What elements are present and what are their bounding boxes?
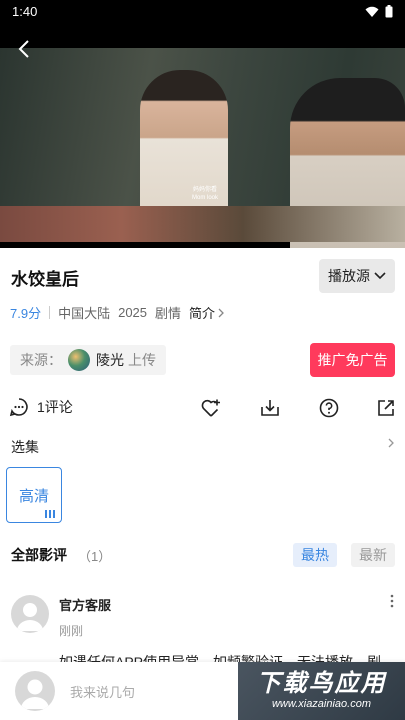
source-label: 来源： [20, 352, 62, 368]
uploader-name: 陵光 [96, 352, 124, 368]
uploader-avatar [68, 349, 90, 371]
reviews-title: 全部影评 [11, 547, 67, 563]
back-icon[interactable] [14, 38, 36, 60]
video-frame [0, 48, 405, 248]
play-source-label: 播放源 [328, 268, 370, 284]
score: 7.9分 [10, 306, 42, 321]
video-subtitle: 妈妈你看 Mom look [191, 187, 218, 201]
episode-label: 高清 [18, 487, 49, 505]
playing-bars-icon [45, 510, 55, 518]
reviews-count: （1） [78, 549, 112, 564]
avatar [15, 671, 55, 711]
genre: 剧情 [155, 306, 182, 321]
status-icons [365, 5, 393, 18]
intro-link[interactable]: 简介 [189, 303, 215, 322]
comment-icon [9, 398, 28, 417]
sort-hot-tab[interactable]: 最热 [293, 543, 337, 567]
comment-author[interactable]: 官方客服 [59, 595, 111, 614]
action-bar: 1评论 [0, 395, 405, 421]
play-source-button[interactable]: 播放源 [319, 259, 395, 293]
video-title: 水饺皇后 [11, 270, 79, 289]
site-watermark: 下载鸟应用 www.xiazainiao.com [238, 662, 405, 720]
year: 2025 [118, 305, 148, 320]
watermark-main: 下载鸟应用 [256, 670, 387, 697]
user-avatar-icon [21, 679, 49, 709]
episode-item[interactable]: 高清 [6, 467, 62, 523]
uploader-suffix: 上传 [128, 352, 156, 368]
avatar[interactable] [11, 595, 49, 633]
comment-input-placeholder[interactable]: 我来说几句 [70, 682, 135, 701]
chevron-right-icon [218, 308, 224, 317]
status-time: 1:40 [12, 4, 38, 19]
meta-divider [49, 306, 51, 319]
video-table [0, 206, 405, 242]
battery-icon [385, 5, 393, 18]
region: 中国大陆 [58, 306, 111, 321]
source-info: 来源： 陵光 上传 [10, 345, 166, 375]
chevron-down-icon [374, 272, 386, 280]
chevron-right-icon[interactable] [388, 437, 394, 449]
episodes-title: 选集 [11, 439, 39, 455]
more-vertical-icon[interactable] [389, 594, 395, 608]
status-bar: 1:40 [0, 0, 405, 24]
help-icon[interactable] [318, 397, 340, 419]
wifi-icon [365, 6, 379, 17]
video-player[interactable]: 妈妈你看 Mom look [0, 24, 405, 248]
video-meta: 7.9分 中国大陆 2025 剧情 简介 [10, 303, 224, 322]
comment-time: 刚刚 [59, 624, 84, 638]
comment-count: 1评论 [37, 399, 73, 415]
watermark-url: www.xiazainiao.com [271, 698, 372, 710]
comment-button[interactable]: 1评论 [9, 397, 73, 417]
download-icon[interactable] [259, 397, 281, 419]
user-avatar-icon [17, 603, 43, 631]
share-icon[interactable] [375, 397, 397, 419]
sort-new-tab[interactable]: 最新 [351, 543, 395, 567]
favorite-add-icon[interactable] [200, 397, 222, 419]
promo-ad-free-button[interactable]: 推广免广告 [310, 343, 395, 377]
